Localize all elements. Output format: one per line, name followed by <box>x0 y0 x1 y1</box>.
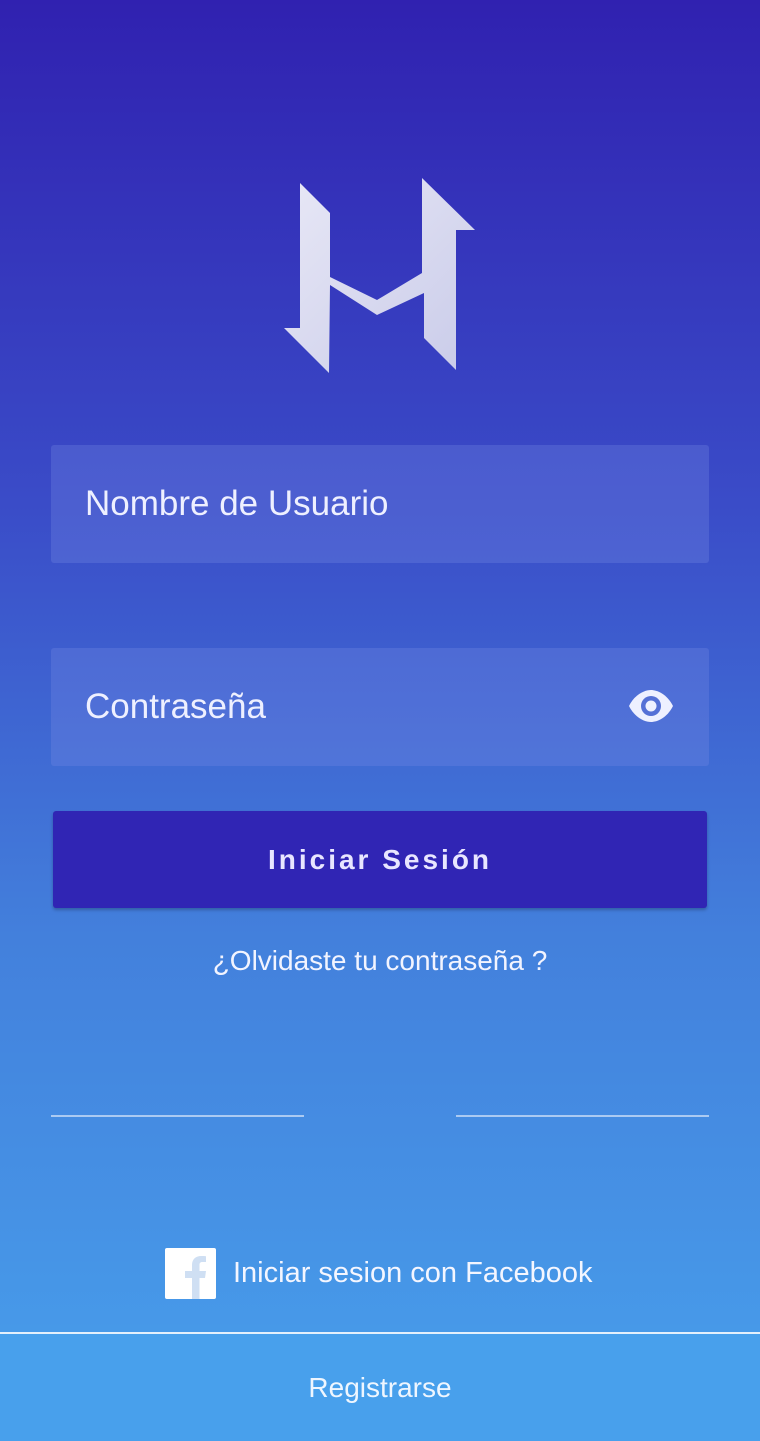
divider-left <box>51 1115 304 1117</box>
facebook-icon <box>165 1248 216 1299</box>
facebook-login-button[interactable]: Iniciar sesion con Facebook <box>165 1248 592 1299</box>
login-button[interactable]: Iniciar Sesión <box>53 811 707 908</box>
password-field[interactable]: Contraseña <box>51 648 709 766</box>
eye-icon[interactable] <box>627 688 675 724</box>
username-field[interactable]: Nombre de Usuario <box>51 445 709 563</box>
facebook-login-label: Iniciar sesion con Facebook <box>233 1257 593 1289</box>
divider-right <box>456 1115 709 1117</box>
register-button[interactable]: Registrarse <box>0 1334 760 1441</box>
app-logo <box>284 178 475 373</box>
password-placeholder: Contraseña <box>85 687 266 726</box>
username-placeholder: Nombre de Usuario <box>85 484 389 523</box>
forgot-password-link[interactable]: ¿Olvidaste tu contraseña ? <box>0 945 760 977</box>
